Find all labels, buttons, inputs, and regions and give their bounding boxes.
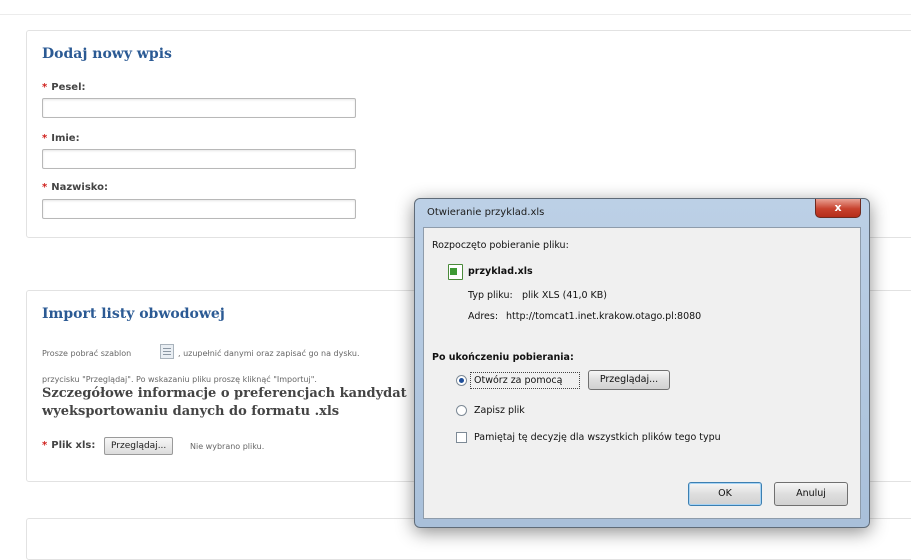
- xls-file-label-text: Plik xls:: [51, 440, 96, 451]
- open-with-radio[interactable]: [456, 375, 467, 386]
- template-download-icon[interactable]: [160, 344, 174, 359]
- save-file-radio[interactable]: [456, 405, 467, 416]
- address-value: http://tomcat1.inet.krakow.otago.pl:8080: [506, 311, 702, 322]
- page-top-border: [0, 0, 911, 15]
- imie-label: * Imie:: [42, 133, 80, 144]
- xls-file-icon: [448, 264, 463, 280]
- pesel-label-text: Pesel:: [51, 82, 86, 93]
- ok-button[interactable]: OK: [688, 482, 762, 506]
- info-line-1: Szczegółowe informacje o preferencjach k…: [42, 386, 407, 401]
- nazwisko-label: * Nazwisko:: [42, 182, 108, 193]
- nazwisko-label-text: Nazwisko:: [51, 182, 109, 193]
- dialog-body: Rozpoczęto pobieranie pliku: przyklad.xl…: [423, 227, 861, 519]
- info-line-2: wyeksportowaniu danych do formatu .xls: [42, 404, 340, 419]
- add-entry-title: Dodaj nowy wpis: [42, 46, 172, 62]
- no-file-text: Nie wybrano pliku.: [190, 442, 265, 451]
- open-with-browse-button[interactable]: Przeglądaj...: [588, 370, 670, 390]
- import-instructions-a: Prosze pobrać szablon: [42, 349, 132, 358]
- file-type-value: plik XLS (41,0 KB): [522, 290, 608, 301]
- xls-file-label: * Plik xls:: [42, 440, 95, 451]
- remember-decision-checkbox[interactable]: [456, 432, 467, 443]
- required-mark: *: [42, 440, 48, 451]
- imie-input[interactable]: [42, 149, 356, 169]
- download-started-text: Rozpoczęto pobieranie pliku:: [432, 240, 569, 251]
- file-name: przyklad.xls: [468, 266, 533, 277]
- import-title: Import listy obwodowej: [42, 306, 225, 322]
- remember-decision-label[interactable]: Pamiętaj tę decyzję dla wszystkich plikó…: [474, 432, 721, 443]
- import-instructions-line2: przycisku "Przeglądaj". Po wskazaniu pli…: [42, 375, 317, 384]
- required-mark: *: [42, 182, 48, 193]
- dialog-title: Otwieranie przyklad.xls: [427, 207, 545, 218]
- imie-label-text: Imie:: [51, 133, 80, 144]
- xls-browse-button[interactable]: Przeglądaj...: [104, 437, 174, 455]
- pesel-label: * Pesel:: [42, 82, 86, 93]
- address-label: Adres:: [468, 311, 499, 322]
- close-icon[interactable]: x: [815, 199, 861, 218]
- required-mark: *: [42, 133, 48, 144]
- file-type-label: Typ pliku:: [468, 290, 513, 301]
- after-download-heading: Po ukończeniu pobierania:: [432, 352, 574, 363]
- pesel-input[interactable]: [42, 98, 356, 118]
- required-mark: *: [42, 82, 48, 93]
- save-file-label[interactable]: Zapisz plik: [474, 405, 525, 416]
- import-instructions-b: , uzupełnić danymi oraz zapisać go na dy…: [178, 349, 360, 358]
- nazwisko-input[interactable]: [42, 199, 356, 219]
- download-dialog: Otwieranie przyklad.xls x Rozpoczęto pob…: [414, 198, 870, 528]
- cancel-button[interactable]: Anuluj: [774, 482, 848, 506]
- open-with-label[interactable]: Otwórz za pomocą: [474, 375, 562, 386]
